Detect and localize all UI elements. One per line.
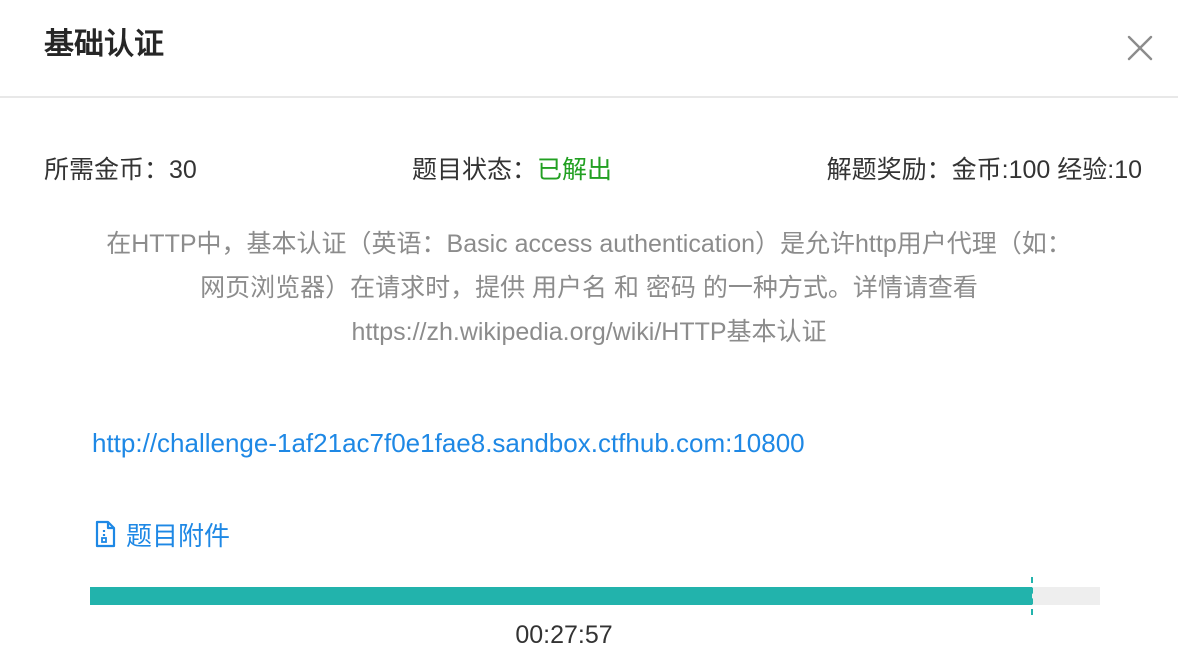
modal-header: 基础认证 [0, 0, 1178, 98]
countdown-progress-fill [90, 587, 1032, 605]
challenge-info-row: 所需金币：30 题目状态：已解出 解题奖励：金币:100 经验:10 [0, 153, 1178, 187]
close-button[interactable] [1122, 30, 1158, 66]
required-coins-label: 所需金币： [44, 156, 170, 184]
description-line: https://zh.wikipedia.org/wiki/HTTP基本认证 [351, 318, 827, 346]
file-icon [92, 519, 118, 549]
required-coins: 所需金币：30 [44, 153, 197, 187]
countdown-progress-marker [1031, 577, 1035, 615]
challenge-description: 在HTTP中，基本认证（英语：Basic access authenticati… [38, 222, 1140, 354]
countdown-timer: 00:27:57 [515, 621, 613, 649]
challenge-url-link[interactable]: http://challenge-1af21ac7f0e1fae8.sandbo… [92, 424, 805, 462]
challenge-reward: 解题奖励：金币:100 经验:10 [826, 156, 1142, 184]
modal-title: 基础认证 [44, 28, 164, 61]
challenge-modal: 基础认证 所需金币：30 题目状态：已解出 解题奖励：金币:100 经验:10 … [0, 0, 1178, 664]
countdown-progress-bar [90, 577, 1100, 615]
required-coins-value: 30 [169, 156, 197, 184]
challenge-status-value: 已解出 [537, 156, 613, 184]
challenge-status-label: 题目状态： [412, 156, 538, 184]
attachment-label: 题目附件 [126, 520, 231, 551]
description-line: 在HTTP中，基本认证（英语：Basic access authenticati… [106, 230, 1072, 258]
challenge-status: 题目状态：已解出 [412, 153, 612, 187]
description-line: 网页浏览器）在请求时，提供 用户名 和 密码 的一种方式。详情请查看 [200, 274, 978, 302]
close-icon [1127, 35, 1153, 61]
attachment-link[interactable]: 题目附件 [92, 514, 230, 554]
